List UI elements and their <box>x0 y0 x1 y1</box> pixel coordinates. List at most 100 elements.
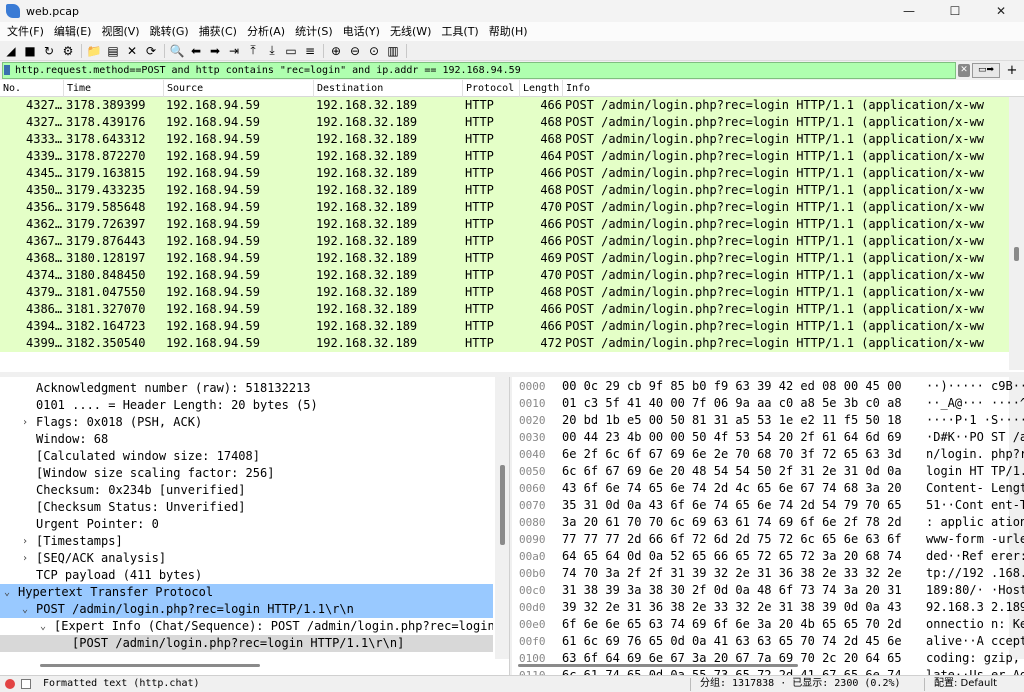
hex-row[interactable]: 0040 6e 2f 6c 6f 67 69 6e 2e 70 68 70 3f … <box>512 446 1024 463</box>
close-button[interactable]: ✕ <box>978 0 1024 22</box>
zoom-out-icon[interactable]: ⊖ <box>346 42 364 60</box>
hex-row[interactable]: 0060 43 6f 6e 74 65 6e 74 2d 4c 65 6e 67 … <box>512 480 1024 497</box>
tree-item[interactable]: [Checksum Status: Unverified] <box>0 499 493 516</box>
column-header-time[interactable]: Time <box>64 80 164 97</box>
hex-row[interactable]: 00e0 6f 6e 6e 65 63 74 69 6f 6e 3a 20 4b … <box>512 616 1024 633</box>
reload-icon[interactable]: ⟳ <box>142 42 160 60</box>
menu-item-2[interactable]: 视图(V) <box>96 22 144 41</box>
back-icon[interactable]: ⬅ <box>187 42 205 60</box>
tree-item[interactable]: Acknowledgment number (raw): 518132213 <box>0 380 493 397</box>
zoom-in-icon[interactable]: ⊕ <box>327 42 345 60</box>
hex-row[interactable]: 0010 01 c3 5f 41 40 00 7f 06 9a aa c0 a8 … <box>512 395 1024 412</box>
column-header-length[interactable]: Length <box>520 80 563 97</box>
tree-item[interactable]: ⌄ POST /admin/login.php?rec=login HTTP/1.… <box>0 601 493 618</box>
menu-item-1[interactable]: 编辑(E) <box>49 22 97 41</box>
tree-item[interactable]: Urgent Pointer: 0 <box>0 516 493 533</box>
menu-item-9[interactable]: 工具(T) <box>436 22 483 41</box>
comment-icon[interactable] <box>21 679 31 689</box>
tree-item[interactable]: 0101 .... = Header Length: 20 bytes (5) <box>0 397 493 414</box>
hex-row[interactable]: 0070 35 31 0d 0a 43 6f 6e 74 65 6e 74 2d … <box>512 497 1024 514</box>
hex-row[interactable]: 00b0 74 70 3a 2f 2f 31 39 32 2e 31 36 38 … <box>512 565 1024 582</box>
expert-info-icon[interactable] <box>5 679 15 689</box>
collapsed-arrow-icon[interactable]: › <box>22 533 34 550</box>
hex-row[interactable]: 0050 6c 6f 67 69 6e 20 48 54 54 50 2f 31 … <box>512 463 1024 480</box>
colorize-icon[interactable]: ≡ <box>301 42 319 60</box>
hex-row[interactable]: 00d0 39 32 2e 31 36 38 2e 33 32 2e 31 38 … <box>512 599 1024 616</box>
hex-row[interactable]: 0110 6c 61 74 65 0d 0a 55 73 65 72 2d 41 … <box>512 667 1024 675</box>
display-filter-input[interactable]: http.request.method==POST and http conta… <box>2 62 956 79</box>
details-hscroll[interactable] <box>0 660 495 672</box>
forward-icon[interactable]: ➡ <box>206 42 224 60</box>
scroll-thumb[interactable] <box>500 465 505 545</box>
table-row[interactable]: 4327… 3178.389399 192.168.94.59 192.168.32.… <box>0 97 1009 114</box>
expanded-arrow-icon[interactable]: ⌄ <box>40 618 52 635</box>
tree-item[interactable]: › [Timestamps] <box>0 533 493 550</box>
apply-filter-button[interactable]: ▭➡ <box>972 63 1000 78</box>
tree-item[interactable]: › [SEQ/ACK analysis] <box>0 550 493 567</box>
table-row[interactable]: 4368… 3180.128197 192.168.94.59 192.168.32.… <box>0 250 1009 267</box>
scroll-thumb[interactable] <box>40 664 260 667</box>
menu-item-6[interactable]: 统计(S) <box>290 22 338 41</box>
table-row[interactable]: 4399… 3182.350540 192.168.94.59 192.168.32.… <box>0 335 1009 352</box>
profile-selector[interactable]: 配置: Default <box>934 676 997 692</box>
column-header-source[interactable]: Source <box>164 80 314 97</box>
table-row[interactable]: 4374… 3180.848450 192.168.94.59 192.168.32.… <box>0 267 1009 284</box>
hex-row[interactable]: 0030 00 44 23 4b 00 00 50 4f 53 54 20 2f … <box>512 429 1024 446</box>
shark-fin-icon[interactable]: ◢ <box>2 42 20 60</box>
autoscroll-icon[interactable]: ▭ <box>282 42 300 60</box>
menu-item-0[interactable]: 文件(F) <box>2 22 49 41</box>
tree-item[interactable]: [Calculated window size: 17408] <box>0 448 493 465</box>
menu-item-7[interactable]: 电话(Y) <box>338 22 385 41</box>
tree-item[interactable]: ⌄ Hypertext Transfer Protocol <box>0 584 493 601</box>
tree-item[interactable]: Checksum: 0x234b [unverified] <box>0 482 493 499</box>
table-row[interactable]: 4333… 3178.643312 192.168.94.59 192.168.32.… <box>0 131 1009 148</box>
menu-item-5[interactable]: 分析(A) <box>242 22 290 41</box>
zoom-reset-icon[interactable]: ⊙ <box>365 42 383 60</box>
expanded-arrow-icon[interactable]: ⌄ <box>22 601 34 618</box>
details-vscroll[interactable] <box>495 377 509 659</box>
table-row[interactable]: 4356… 3179.585648 192.168.94.59 192.168.32.… <box>0 199 1009 216</box>
hex-row[interactable]: 0000 00 0c 29 cb 9f 85 b0 f9 63 39 42 ed … <box>512 378 1024 395</box>
table-row[interactable]: 4386… 3181.327070 192.168.94.59 192.168.32.… <box>0 301 1009 318</box>
column-header-info[interactable]: Info <box>563 80 1024 97</box>
menu-item-8[interactable]: 无线(W) <box>385 22 436 41</box>
save-icon[interactable]: ▤ <box>104 42 122 60</box>
tree-item[interactable]: [Window size scaling factor: 256] <box>0 465 493 482</box>
hex-row[interactable]: 0100 63 6f 64 69 6e 67 3a 20 67 7a 69 70 … <box>512 650 1024 667</box>
stop-icon[interactable]: ■ <box>21 42 39 60</box>
scroll-thumb[interactable] <box>1014 247 1019 261</box>
go-to-packet-icon[interactable]: ⇥ <box>225 42 243 60</box>
menu-item-3[interactable]: 跳转(G) <box>145 22 194 41</box>
filter-bookmark-icon[interactable] <box>4 65 10 75</box>
hex-row[interactable]: 00f0 61 6c 69 76 65 0d 0a 41 63 63 65 70 … <box>512 633 1024 650</box>
menu-item-10[interactable]: 帮助(H) <box>484 22 533 41</box>
open-folder-icon[interactable]: 📁 <box>85 42 103 60</box>
table-row[interactable]: 4379… 3181.047550 192.168.94.59 192.168.32.… <box>0 284 1009 301</box>
add-filter-button[interactable]: + <box>1004 63 1020 78</box>
hex-row[interactable]: 0090 77 77 77 2d 66 6f 72 6d 2d 75 72 6c … <box>512 531 1024 548</box>
collapsed-arrow-icon[interactable]: › <box>22 550 34 567</box>
menu-item-4[interactable]: 捕获(C) <box>194 22 242 41</box>
table-row[interactable]: 4367… 3179.876443 192.168.94.59 192.168.32.… <box>0 233 1009 250</box>
table-row[interactable]: 4327… 3178.439176 192.168.94.59 192.168.32.… <box>0 114 1009 131</box>
table-row[interactable]: 4345… 3179.163815 192.168.94.59 192.168.32.… <box>0 165 1009 182</box>
table-row[interactable]: 4362… 3179.726397 192.168.94.59 192.168.32.… <box>0 216 1009 233</box>
column-header-protocol[interactable]: Protocol <box>463 80 520 97</box>
column-header-no[interactable]: No. <box>0 80 64 97</box>
table-row[interactable]: 4394… 3182.164723 192.168.94.59 192.168.32.… <box>0 318 1009 335</box>
hex-row[interactable]: 0080 3a 20 61 70 70 6c 69 63 61 74 69 6f … <box>512 514 1024 531</box>
collapsed-arrow-icon[interactable]: › <box>22 414 34 431</box>
tree-item[interactable]: › Flags: 0x018 (PSH, ACK) <box>0 414 493 431</box>
maximize-button[interactable]: ☐ <box>932 0 978 22</box>
resize-columns-icon[interactable]: ▥ <box>384 42 402 60</box>
restart-icon[interactable]: ↻ <box>40 42 58 60</box>
first-packet-icon[interactable]: ⤒ <box>244 42 262 60</box>
hex-row[interactable]: 00a0 64 65 64 0d 0a 52 65 66 65 72 65 72 … <box>512 548 1024 565</box>
clear-filter-icon[interactable]: ✕ <box>958 64 970 77</box>
close-file-icon[interactable]: ✕ <box>123 42 141 60</box>
hex-row[interactable]: 00c0 31 38 39 3a 38 30 2f 0d 0a 48 6f 73 … <box>512 582 1024 599</box>
column-header-destination[interactable]: Destination <box>314 80 463 97</box>
expanded-arrow-icon[interactable]: ⌄ <box>4 584 16 601</box>
table-row[interactable]: 4339… 3178.872270 192.168.94.59 192.168.32.… <box>0 148 1009 165</box>
table-row[interactable]: 4350… 3179.433235 192.168.94.59 192.168.32.… <box>0 182 1009 199</box>
